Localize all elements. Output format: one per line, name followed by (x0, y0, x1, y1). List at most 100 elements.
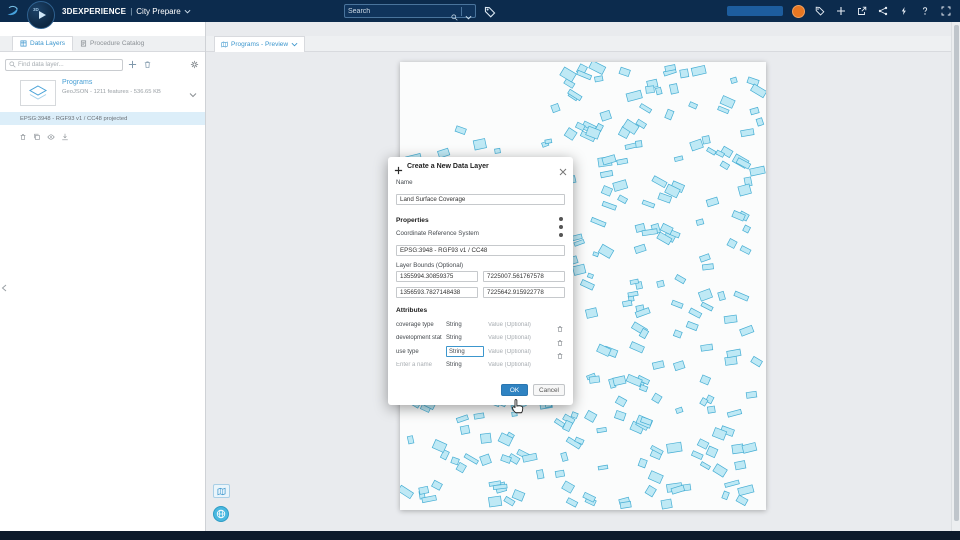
attribute-name[interactable]: coverage type (396, 322, 442, 328)
app-name-label: City Prepare (136, 6, 181, 16)
tab-data-layers[interactable]: Data Layers (12, 36, 74, 51)
bottom-bar (0, 531, 960, 540)
globe-button[interactable] (213, 506, 229, 522)
export-icon[interactable] (61, 128, 69, 146)
top-bar: 3DEXPERIENCE | City Prepare (0, 0, 960, 22)
visibility-icon[interactable] (47, 128, 55, 146)
tag-filter-icon[interactable] (484, 5, 496, 18)
app-menu[interactable]: City Prepare (136, 6, 191, 16)
attribute-name[interactable]: development stat (396, 335, 442, 341)
kebab-menu-icon[interactable] (557, 215, 565, 237)
application-window: 3DEXPERIENCE | City Prepare Search 3D Da… (0, 0, 960, 540)
brand-divider: | (130, 6, 133, 16)
search-scope-chevron-icon[interactable] (465, 8, 472, 19)
attribute-row: development stat String Value (Optional) (396, 332, 565, 346)
help-icon[interactable] (919, 5, 931, 17)
dialog-title: Create a New Data Layer (407, 163, 489, 170)
dialog-footer: OK Cancel (388, 374, 573, 414)
tag-icon[interactable] (814, 5, 826, 17)
crs-label: Coordinate Reference System (396, 230, 479, 237)
tab-data-layers-label: Data Layers (30, 40, 66, 47)
attribute-type-select[interactable]: String (446, 322, 484, 328)
attribute-value-input[interactable]: Value (Optional) (488, 362, 552, 368)
tab-procedure-catalog-label: Procedure Catalog (90, 40, 145, 47)
bounds-min-y-input[interactable] (483, 271, 565, 282)
user-name-redacted[interactable] (727, 6, 783, 16)
layer-title: Programs (62, 79, 93, 86)
layer-meta: GeoJSON - 1211 features - 536.65 KB (62, 89, 161, 95)
layer-action-icons (19, 128, 69, 146)
compass-label: 3D (33, 7, 39, 12)
user-avatar[interactable] (792, 4, 805, 18)
attribute-value-input[interactable]: Value (Optional) (488, 349, 552, 355)
delete-attribute-button[interactable] (556, 320, 565, 333)
attribute-type-select-focused[interactable]: String (446, 346, 484, 358)
bounds-max-y-input[interactable] (483, 287, 565, 298)
name-input[interactable] (396, 194, 565, 205)
attributes-label: Attributes (396, 307, 428, 314)
layer-crs-label: EPSG:3948 - RGF93 v1 / CC48 projected (20, 115, 128, 122)
gear-icon[interactable] (189, 59, 200, 70)
ok-button[interactable]: OK (501, 384, 528, 396)
delete-layer-button[interactable] (142, 59, 153, 70)
attribute-name[interactable]: use type (396, 349, 442, 355)
vertical-scrollbar[interactable] (951, 22, 960, 531)
properties-label: Properties (396, 216, 429, 224)
preview-tab-label: Programs - Preview (231, 41, 289, 48)
share-icon[interactable] (856, 5, 868, 17)
attribute-name-input[interactable] (396, 362, 442, 369)
attributes-table: coverage type String Value (Optional) de… (396, 318, 565, 372)
panel-tabs: Data Layers Procedure Catalog (0, 36, 205, 52)
duplicate-icon[interactable] (33, 128, 41, 146)
map-area: Programs - Preview (206, 22, 951, 531)
dialog-body: Name Properties Coordinate Reference Sys… (388, 179, 573, 374)
name-label: Name (396, 179, 413, 186)
delete-icon[interactable] (19, 128, 27, 146)
global-search (344, 4, 476, 21)
basemap-button[interactable] (213, 484, 230, 498)
attribute-name-field (396, 362, 442, 369)
attributes-section-header: Attributes (396, 307, 565, 314)
panel-collapse-handle[interactable] (0, 280, 8, 296)
add-icon[interactable] (835, 5, 847, 17)
attribute-value-input[interactable]: Value (Optional) (488, 322, 552, 328)
scrollbar-thumb[interactable] (954, 25, 959, 521)
top-bar-right (727, 4, 960, 18)
search-icon[interactable] (451, 8, 458, 21)
share-network-icon[interactable] (877, 5, 889, 17)
layer-list-item[interactable]: Programs GeoJSON - 1211 features - 536.6… (0, 74, 205, 112)
chevron-down-icon (291, 42, 298, 47)
chevron-down-icon (184, 8, 191, 15)
lightning-icon[interactable] (898, 5, 910, 17)
delete-attribute-button[interactable] (556, 347, 565, 360)
layer-search-row (5, 58, 200, 71)
bounds-min-x-input[interactable] (396, 271, 478, 282)
fullscreen-icon[interactable] (940, 5, 952, 17)
attribute-value-input[interactable]: Value (Optional) (488, 335, 552, 341)
add-layer-button[interactable] (127, 59, 138, 70)
find-layer-input[interactable] (18, 61, 119, 68)
global-search-input[interactable] (348, 7, 448, 15)
view-tab-strip: Programs - Preview (206, 36, 951, 52)
properties-section-header: Properties (396, 215, 565, 237)
layer-crs-row[interactable]: EPSG:3948 - RGF93 v1 / CC48 projected (0, 112, 205, 125)
play-icon (39, 11, 46, 19)
dialog-header: Create a New Data Layer (388, 157, 573, 175)
create-data-layer-dialog: Create a New Data Layer Name Properties … (388, 157, 573, 414)
attribute-type-select[interactable]: String (446, 362, 484, 368)
chevron-down-icon[interactable] (189, 86, 197, 98)
attribute-row: coverage type String Value (Optional) (396, 318, 565, 333)
bounds-label: Layer Bounds (Optional) (396, 262, 464, 269)
delete-attribute-button[interactable] (556, 334, 565, 346)
tab-programs-preview[interactable]: Programs - Preview (214, 36, 306, 52)
close-icon[interactable] (559, 163, 567, 175)
bounds-max-x-input[interactable] (396, 287, 478, 298)
search-divider (461, 6, 462, 16)
compass-button[interactable]: 3D (27, 1, 55, 29)
crs-input[interactable] (396, 245, 565, 256)
cancel-button[interactable]: Cancel (533, 384, 565, 396)
tab-procedure-catalog[interactable]: Procedure Catalog (73, 36, 151, 51)
layer-text: Programs GeoJSON - 1211 features - 536.6… (62, 74, 205, 95)
find-layer-field (5, 58, 123, 71)
attribute-type-select[interactable]: String (446, 335, 484, 341)
